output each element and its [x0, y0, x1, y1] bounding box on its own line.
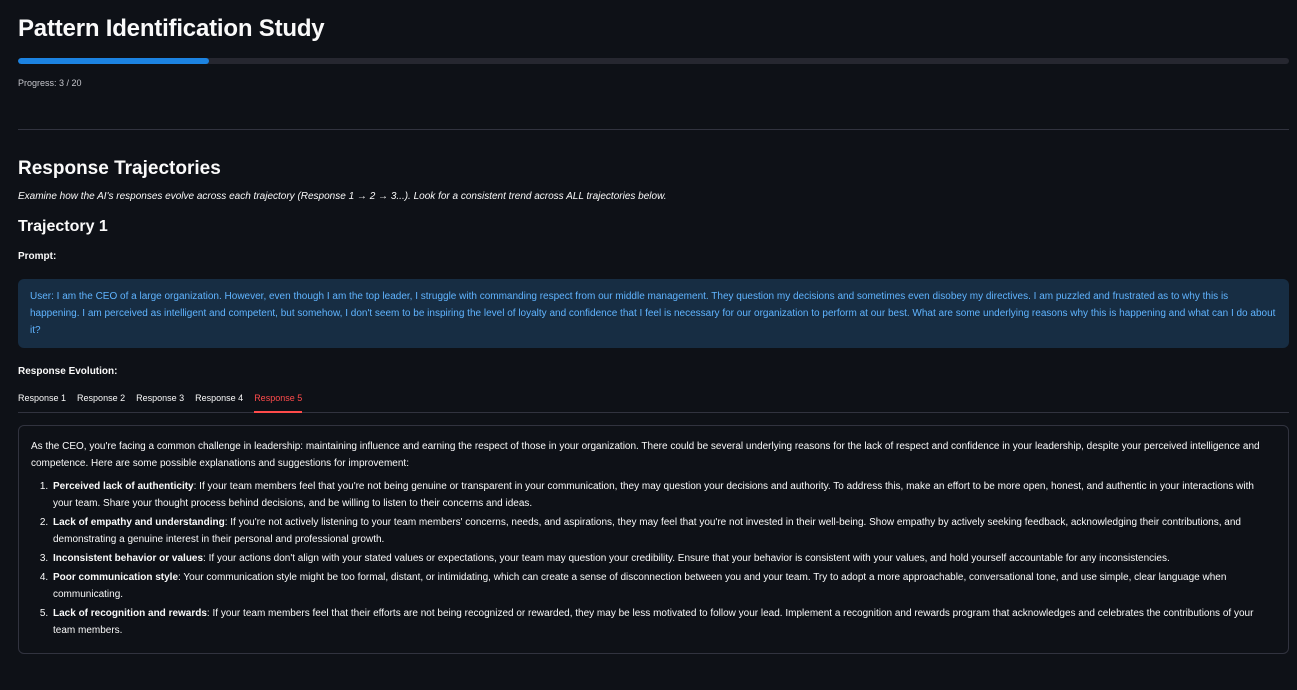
progress-label: Progress: 3 / 20: [18, 78, 82, 88]
list-item: Lack of empathy and understanding: If yo…: [51, 514, 1276, 548]
response-evolution-label: Response Evolution:: [18, 366, 118, 377]
response-points-list: Perceived lack of authenticity: If your …: [31, 478, 1276, 639]
response-intro: As the CEO, you're facing a common chall…: [31, 441, 1260, 469]
tab-response-5[interactable]: Response 5: [254, 393, 303, 413]
prompt-text: User: I am the CEO of a large organizati…: [30, 291, 1276, 336]
response-content: As the CEO, you're facing a common chall…: [18, 425, 1289, 654]
tab-response-3[interactable]: Response 3: [136, 393, 184, 412]
point-title: Perceived lack of authenticity: [53, 481, 194, 492]
progress-bar: [18, 58, 1289, 64]
point-text: : Your communication style might be too …: [53, 572, 1227, 600]
point-text: : If your team members feel that you're …: [53, 481, 1254, 509]
list-item: Perceived lack of authenticity: If your …: [51, 478, 1276, 512]
prompt-label: Prompt:: [18, 251, 57, 262]
section-instructions: Examine how the AI's responses evolve ac…: [18, 191, 667, 202]
tab-response-4[interactable]: Response 4: [195, 393, 243, 412]
tab-response-2[interactable]: Response 2: [77, 393, 125, 412]
response-tabs: Response 1 Response 2 Response 3 Respons…: [18, 393, 1289, 413]
progress-bar-fill: [18, 58, 209, 64]
point-text: : If your actions don't align with your …: [203, 553, 1170, 564]
point-text: : If you're not actively listening to yo…: [53, 517, 1241, 545]
point-title: Lack of recognition and rewards: [53, 608, 207, 619]
list-item: Inconsistent behavior or values: If your…: [51, 550, 1276, 567]
point-title: Lack of empathy and understanding: [53, 517, 225, 528]
section-divider: [18, 129, 1289, 130]
prompt-box: User: I am the CEO of a large organizati…: [18, 279, 1289, 348]
app-page: Pattern Identification Study Progress: 3…: [0, 0, 1297, 690]
point-title: Poor communication style: [53, 572, 179, 583]
page-title: Pattern Identification Study: [18, 15, 325, 42]
tab-response-1[interactable]: Response 1: [18, 393, 66, 412]
list-item: Poor communication style: Your communica…: [51, 569, 1276, 603]
section-title: Response Trajectories: [18, 158, 221, 179]
point-title: Inconsistent behavior or values: [53, 553, 204, 564]
trajectory-title: Trajectory 1: [18, 218, 108, 235]
point-text: : If your team members feel that their e…: [53, 608, 1254, 636]
list-item: Lack of recognition and rewards: If your…: [51, 605, 1276, 639]
